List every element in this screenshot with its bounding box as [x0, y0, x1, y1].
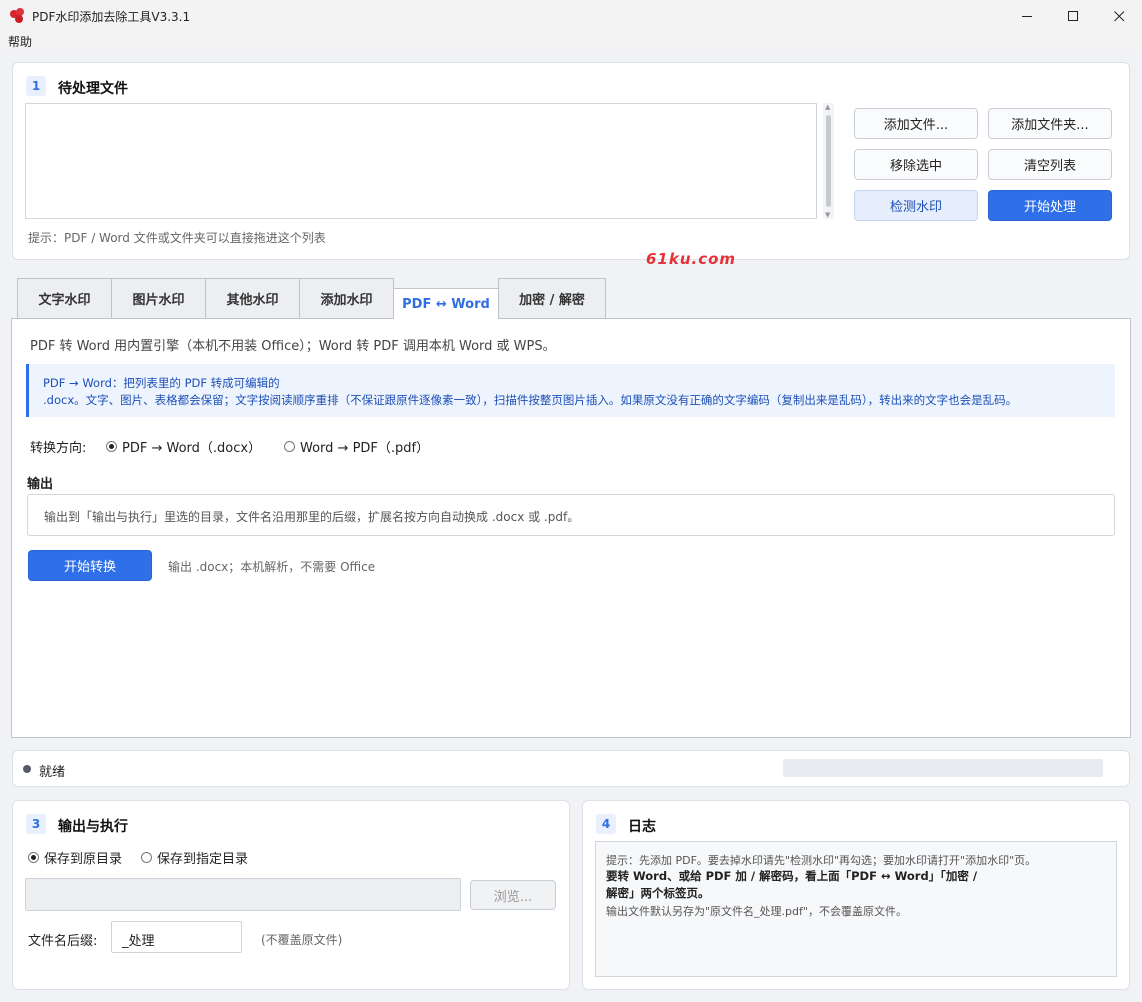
radio-unchecked-icon[interactable]: [284, 441, 295, 452]
radio-save-original[interactable]: 保存到原目录: [28, 848, 122, 867]
suffix-label: 文件名后缀:: [28, 934, 98, 949]
tab-add-watermark[interactable]: 添加水印: [299, 278, 394, 318]
file-list[interactable]: [25, 103, 817, 219]
files-hint: 提示：PDF / Word 文件或文件夹可以直接拖进这个列表: [28, 231, 326, 245]
radio-word-to-pdf-label: Word → PDF（.pdf）: [300, 441, 430, 456]
remove-selected-button[interactable]: 移除选中: [854, 149, 978, 180]
site-watermark: 61ku.com: [646, 250, 737, 268]
files-title: 待处理文件: [58, 81, 128, 97]
status-dot-icon: [23, 765, 31, 773]
scroll-up-icon[interactable]: ▲: [825, 103, 830, 111]
log-line2b: 解密」两个标签页。: [606, 886, 710, 900]
tab-pdf-word[interactable]: PDF ↔ Word: [393, 288, 499, 319]
convert-info-line2: .docx。文字、图片、表格都会保留；文字按阅读顺序重排（不保证跟原件逐像素一致…: [43, 393, 1018, 407]
radio-save-custom-label: 保存到指定目录: [157, 852, 249, 867]
convert-info-line1: PDF → Word：把列表里的 PDF 转成可编辑的: [43, 376, 280, 390]
clear-list-button[interactable]: 清空列表: [988, 149, 1112, 180]
maximize-icon[interactable]: [1050, 0, 1096, 32]
section-badge-3: 3: [26, 814, 46, 834]
add-folder-button[interactable]: 添加文件夹...: [988, 108, 1112, 139]
scroll-thumb[interactable]: [826, 115, 831, 207]
log-line1: 提示：先添加 PDF。要去掉水印请先"检测水印"再勾选；要加水印请打开"添加水印…: [606, 854, 1037, 867]
tab-other-watermark[interactable]: 其他水印: [205, 278, 300, 318]
browse-button[interactable]: 浏览...: [470, 880, 556, 910]
radio-save-custom[interactable]: 保存到指定目录: [141, 848, 248, 867]
progress-bar: [783, 759, 1103, 777]
convert-intro: PDF 转 Word 用内置引擎（本机不用装 Office）；Word 转 PD…: [30, 339, 556, 354]
output-label: 输出: [27, 477, 54, 492]
log-title: 日志: [628, 819, 656, 835]
output-desc: 输出到「输出与执行」里选的目录，文件名沿用那里的后缀，扩展名按方向自动换成 .d…: [44, 510, 580, 524]
window-title: PDF水印添加去除工具V3.3.1: [32, 10, 191, 24]
scroll-down-icon[interactable]: ▼: [825, 211, 830, 219]
output-path-input[interactable]: [25, 878, 461, 911]
section-badge-1: 1: [26, 76, 46, 96]
output-title: 输出与执行: [58, 819, 128, 835]
tab-text-watermark[interactable]: 文字水印: [17, 278, 112, 318]
radio-unchecked-icon[interactable]: [141, 852, 152, 863]
radio-checked-icon[interactable]: [28, 852, 39, 863]
radio-word-to-pdf[interactable]: Word → PDF（.pdf）: [284, 437, 429, 456]
convert-hint: 输出 .docx；本机解析，不需要 Office: [168, 560, 376, 574]
tab-image-watermark[interactable]: 图片水印: [111, 278, 206, 318]
log-line3: 输出文件默认另存为"原文件名_处理.pdf"，不会覆盖原文件。: [606, 905, 907, 918]
section-badge-4: 4: [596, 814, 616, 834]
suffix-input[interactable]: _处理: [111, 921, 242, 953]
direction-label: 转换方向:: [30, 441, 87, 456]
menu-help[interactable]: 帮助: [8, 33, 32, 50]
minimize-icon[interactable]: [1004, 0, 1050, 32]
status-text: 就绪: [39, 765, 66, 780]
detect-watermark-button[interactable]: 检测水印: [854, 190, 978, 221]
file-list-scrollbar[interactable]: ▲ ▼: [823, 103, 834, 219]
radio-save-original-label: 保存到原目录: [44, 852, 123, 867]
add-file-button[interactable]: 添加文件...: [854, 108, 978, 139]
radio-pdf-to-word[interactable]: PDF → Word（.docx）: [106, 437, 261, 456]
tab-encrypt-decrypt[interactable]: 加密 / 解密: [498, 278, 606, 318]
log-line2a: 要转 Word、或给 PDF 加 / 解密码，看上面「PDF ↔ Word」「加…: [606, 869, 978, 883]
suffix-note: (不覆盖原文件): [261, 933, 343, 947]
menu-bar: [0, 32, 1142, 50]
app-logo-icon: [10, 8, 24, 23]
close-icon[interactable]: [1096, 0, 1142, 32]
radio-pdf-to-word-label: PDF → Word（.docx）: [122, 441, 262, 456]
start-process-button[interactable]: 开始处理: [988, 190, 1112, 221]
start-convert-button[interactable]: 开始转换: [28, 550, 152, 581]
radio-checked-icon[interactable]: [106, 441, 117, 452]
